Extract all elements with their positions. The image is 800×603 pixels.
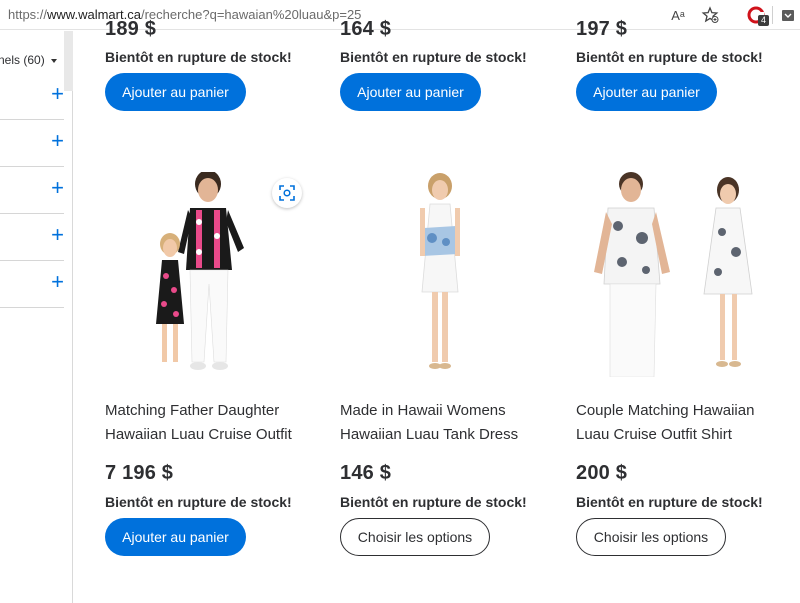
channel-filter-label: nels (60) — [0, 53, 45, 67]
product-price: 200 $ — [576, 462, 628, 484]
product-price: 164 $ — [340, 18, 392, 40]
filter-section[interactable]: + — [0, 261, 64, 308]
visual-search-button[interactable] — [272, 178, 302, 208]
product-title-line: Hawaiian Luau Tank Dress — [340, 426, 519, 443]
choose-options-button[interactable]: Choisir les options — [340, 518, 490, 556]
download-icon[interactable] — [778, 5, 798, 25]
stock-status: Bientôt en rupture de stock! — [105, 494, 292, 510]
product-price: 189 $ — [105, 18, 157, 40]
extension-badge: 4 — [758, 15, 770, 26]
url-path: /recherche?q=hawaian%20luau&p=25 — [140, 7, 362, 22]
filter-sidebar: nels (60) + + + + + — [0, 31, 73, 603]
product-title-link[interactable]: Matching Father Daughter Hawaiian Luau C… — [105, 399, 315, 447]
toolbar-divider — [772, 6, 773, 24]
expand-plus-icon[interactable]: + — [51, 271, 64, 293]
product-image[interactable] — [340, 172, 540, 377]
product-price: 146 $ — [340, 462, 392, 484]
expand-plus-icon[interactable]: + — [51, 83, 64, 105]
address-bar[interactable]: https://www.walmart.ca/recherche?q=hawai… — [8, 7, 361, 22]
stock-status: Bientôt en rupture de stock! — [576, 49, 763, 65]
filter-section[interactable]: + — [0, 73, 64, 120]
add-to-cart-button[interactable]: Ajouter au panier — [105, 73, 246, 111]
channel-filter-select[interactable]: nels (60) — [0, 53, 57, 67]
product-title-line: Couple Matching Hawaiian — [576, 402, 755, 419]
expand-plus-icon[interactable]: + — [51, 130, 64, 152]
product-title-line: Made in Hawaii Womens — [340, 402, 506, 419]
stock-status: Bientôt en rupture de stock! — [340, 49, 527, 65]
product-price: 197 $ — [576, 18, 628, 40]
expand-plus-icon[interactable]: + — [51, 177, 64, 199]
sidebar-scrollbar[interactable] — [64, 31, 73, 91]
product-image[interactable] — [576, 172, 776, 378]
favorite-star-icon[interactable] — [700, 5, 720, 25]
stock-status: Bientôt en rupture de stock! — [576, 494, 763, 510]
add-to-cart-button[interactable]: Ajouter au panier — [576, 73, 717, 111]
expand-plus-icon[interactable]: + — [51, 224, 64, 246]
url-scheme: https:// — [8, 7, 48, 22]
extension-icon[interactable]: 4 — [746, 5, 770, 26]
filter-section[interactable]: + — [0, 167, 64, 214]
chevron-down-icon — [50, 58, 57, 63]
filter-section[interactable]: + — [0, 214, 64, 261]
product-title-line: Matching Father Daughter — [105, 402, 280, 419]
read-aloud-icon[interactable]: Aᵃ — [668, 5, 688, 25]
stock-status: Bientôt en rupture de stock! — [340, 494, 527, 510]
product-title-link[interactable]: Made in Hawaii Womens Hawaiian Luau Tank… — [340, 399, 550, 447]
visual-search-icon — [279, 185, 295, 201]
product-title-line: Hawaiian Luau Cruise Outfit — [105, 426, 292, 443]
choose-options-button[interactable]: Choisir les options — [576, 518, 726, 556]
add-to-cart-button[interactable]: Ajouter au panier — [105, 518, 246, 556]
product-price: 7 196 $ — [105, 462, 174, 484]
product-title-link[interactable]: Couple Matching Hawaiian Luau Cruise Out… — [576, 399, 786, 447]
product-title-line: Luau Cruise Outfit Shirt — [576, 426, 732, 443]
add-to-cart-button[interactable]: Ajouter au panier — [340, 73, 481, 111]
stock-status: Bientôt en rupture de stock! — [105, 49, 292, 65]
filter-section[interactable]: + — [0, 120, 64, 167]
